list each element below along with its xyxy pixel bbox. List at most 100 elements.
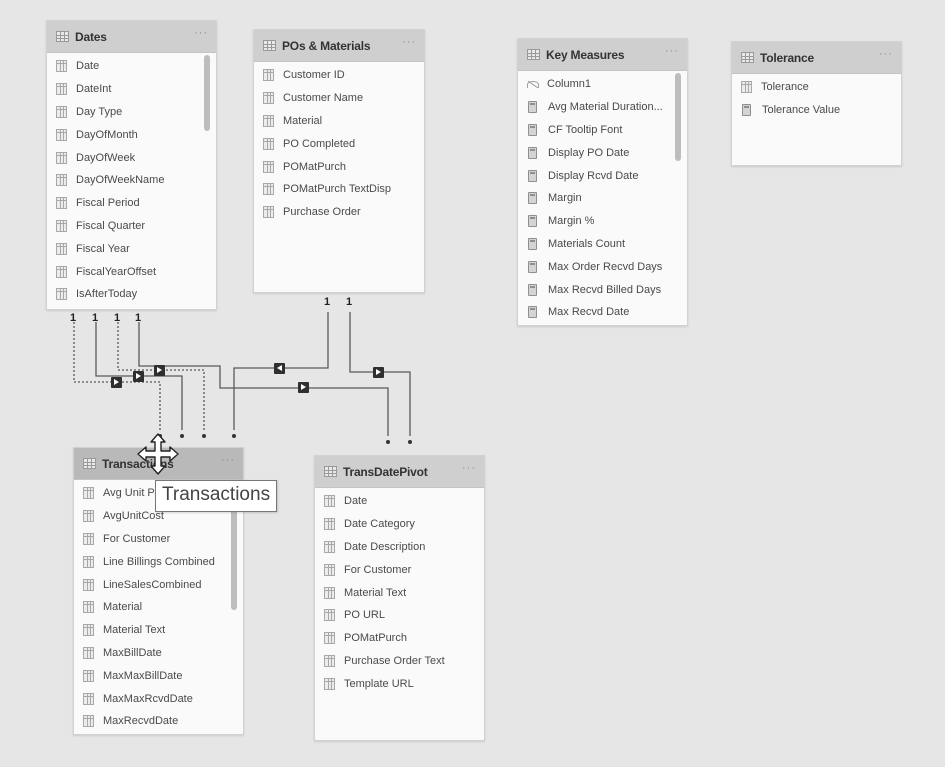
table-card-tolerance[interactable]: Tolerance ··· Tolerance Tolerance Value bbox=[731, 41, 902, 166]
field-item[interactable]: Fiscal Year bbox=[47, 237, 216, 260]
field-item[interactable]: Materials Count bbox=[518, 233, 687, 256]
field-item[interactable]: Display Rcvd Date bbox=[518, 164, 687, 187]
field-item[interactable]: Max Recvd Billed Days bbox=[518, 278, 687, 301]
field-item[interactable]: Avg Material Duration... bbox=[518, 96, 687, 119]
field-item[interactable]: Date bbox=[47, 55, 216, 78]
cardinality-many bbox=[232, 434, 236, 438]
field-item[interactable]: Date bbox=[315, 490, 484, 513]
field-list[interactable]: Avg Unit Price AvgUnitCost For Customer … bbox=[74, 480, 243, 733]
field-item[interactable]: Date Description bbox=[315, 536, 484, 559]
filter-direction-arrow-icon[interactable] bbox=[133, 371, 144, 382]
field-item[interactable]: Material bbox=[74, 596, 243, 619]
field-item[interactable]: Date Category bbox=[315, 513, 484, 536]
more-options-icon[interactable]: ··· bbox=[879, 49, 893, 60]
table-header[interactable]: POs & Materials ··· bbox=[254, 30, 424, 62]
filter-direction-arrow-icon[interactable] bbox=[154, 365, 165, 376]
field-item[interactable]: Template URL bbox=[315, 672, 484, 695]
field-item[interactable]: Max Order Recvd Days bbox=[518, 255, 687, 278]
field-label: Customer ID bbox=[283, 69, 345, 82]
field-label: Date Category bbox=[344, 518, 415, 531]
field-item[interactable]: IsAfterToday bbox=[47, 283, 216, 306]
field-item[interactable]: DayOfWeek bbox=[47, 146, 216, 169]
table-icon bbox=[263, 40, 276, 51]
table-card-transdatepivot[interactable]: TransDatePivot ··· Date Date Category Da… bbox=[314, 455, 485, 741]
field-item[interactable]: Fiscal Period bbox=[47, 192, 216, 215]
column-icon bbox=[263, 69, 274, 82]
measure-icon bbox=[528, 237, 537, 250]
table-card-dates[interactable]: Dates ··· Date DateInt Day Type DayOfMon… bbox=[46, 20, 217, 310]
measure-icon bbox=[528, 215, 537, 228]
field-item[interactable]: POMatPurch TextDisp bbox=[254, 178, 424, 201]
field-item[interactable]: MaxMaxRcvdDate bbox=[74, 687, 243, 710]
field-item[interactable]: POMatPurch bbox=[315, 627, 484, 650]
filter-direction-arrow-icon[interactable] bbox=[274, 363, 285, 374]
more-options-icon[interactable]: ··· bbox=[665, 46, 679, 57]
field-list[interactable]: Tolerance Tolerance Value bbox=[732, 74, 901, 122]
column-icon bbox=[56, 288, 67, 301]
field-item[interactable]: For Customer bbox=[315, 558, 484, 581]
field-item[interactable]: Line Billings Combined bbox=[74, 550, 243, 573]
table-header[interactable]: Dates ··· bbox=[47, 21, 216, 53]
column-icon bbox=[741, 81, 752, 94]
field-item[interactable]: Material bbox=[254, 110, 424, 133]
field-item[interactable]: Column1 bbox=[518, 73, 687, 96]
field-label: CF Tooltip Font bbox=[548, 123, 623, 136]
field-item[interactable]: Display PO Date bbox=[518, 141, 687, 164]
field-item[interactable]: Customer Name bbox=[254, 87, 424, 110]
measure-icon bbox=[528, 260, 537, 273]
cardinality-many bbox=[386, 440, 390, 444]
table-card-pos-materials[interactable]: POs & Materials ··· Customer ID Customer… bbox=[253, 29, 425, 293]
more-options-icon[interactable]: ··· bbox=[194, 28, 208, 39]
field-item[interactable]: Material Text bbox=[315, 581, 484, 604]
model-canvas[interactable]: 1 1 1 1 1 1 Dates ··· Date DateInt Day T… bbox=[0, 0, 945, 767]
field-item[interactable]: PO URL bbox=[315, 604, 484, 627]
cardinality-many bbox=[180, 434, 184, 438]
filter-direction-arrow-icon[interactable] bbox=[373, 367, 384, 378]
more-options-icon[interactable]: ··· bbox=[402, 37, 416, 48]
field-item[interactable]: MaxBillDate bbox=[74, 642, 243, 665]
field-item[interactable]: Margin bbox=[518, 187, 687, 210]
field-item[interactable]: Margin % bbox=[518, 210, 687, 233]
field-item[interactable]: FiscalYearOffset bbox=[47, 260, 216, 283]
field-label: Margin % bbox=[548, 215, 595, 228]
column-icon bbox=[324, 495, 335, 508]
field-item[interactable]: Purchase Order Text bbox=[315, 650, 484, 673]
field-item[interactable]: Max Recvd Date bbox=[518, 301, 687, 324]
filter-direction-arrow-icon[interactable] bbox=[111, 377, 122, 388]
field-list[interactable]: Date Date Category Date Description For … bbox=[315, 488, 484, 695]
table-card-key-measures[interactable]: Key Measures ··· Column1 Avg Material Du… bbox=[517, 38, 688, 326]
field-item[interactable]: DayOfMonth bbox=[47, 123, 216, 146]
field-list[interactable]: Date DateInt Day Type DayOfMonth DayOfWe… bbox=[47, 53, 216, 306]
field-item[interactable]: Tolerance Value bbox=[732, 99, 901, 122]
field-item[interactable]: Purchase Order bbox=[254, 201, 424, 224]
field-list[interactable]: Column1 Avg Material Duration... CF Tool… bbox=[518, 71, 687, 324]
measure-icon bbox=[742, 104, 751, 117]
field-item[interactable]: For Customer bbox=[74, 528, 243, 551]
filter-direction-arrow-icon[interactable] bbox=[298, 382, 309, 393]
field-item[interactable]: Customer ID bbox=[254, 64, 424, 87]
field-item[interactable]: Tolerance bbox=[732, 76, 901, 99]
field-item[interactable]: Day Type bbox=[47, 101, 216, 124]
field-item[interactable]: PO Completed bbox=[254, 132, 424, 155]
field-item[interactable]: POMatPurch bbox=[254, 155, 424, 178]
field-item[interactable]: Material Text bbox=[74, 619, 243, 642]
scrollbar[interactable] bbox=[204, 55, 210, 131]
field-item[interactable]: DayOfWeekName bbox=[47, 169, 216, 192]
scrollbar[interactable] bbox=[675, 73, 681, 161]
field-item[interactable]: LineSalesCombined bbox=[74, 573, 243, 596]
field-item[interactable]: DateInt bbox=[47, 78, 216, 101]
field-item[interactable]: MaxMaxBillDate bbox=[74, 664, 243, 687]
more-options-icon[interactable]: ··· bbox=[221, 455, 235, 466]
field-item[interactable]: CF Tooltip Font bbox=[518, 119, 687, 142]
table-header[interactable]: TransDatePivot ··· bbox=[315, 456, 484, 488]
more-options-icon[interactable]: ··· bbox=[462, 463, 476, 474]
hidden-column-icon bbox=[527, 79, 539, 89]
field-item[interactable]: MaxRecvdDate bbox=[74, 710, 243, 733]
table-header[interactable]: Tolerance ··· bbox=[732, 42, 901, 74]
field-label: DayOfWeekName bbox=[76, 174, 165, 187]
table-header[interactable]: Key Measures ··· bbox=[518, 39, 687, 71]
table-title: Key Measures bbox=[546, 47, 625, 62]
field-list[interactable]: Customer ID Customer Name Material PO Co… bbox=[254, 62, 424, 224]
column-icon bbox=[324, 586, 335, 599]
field-item[interactable]: Fiscal Quarter bbox=[47, 215, 216, 238]
